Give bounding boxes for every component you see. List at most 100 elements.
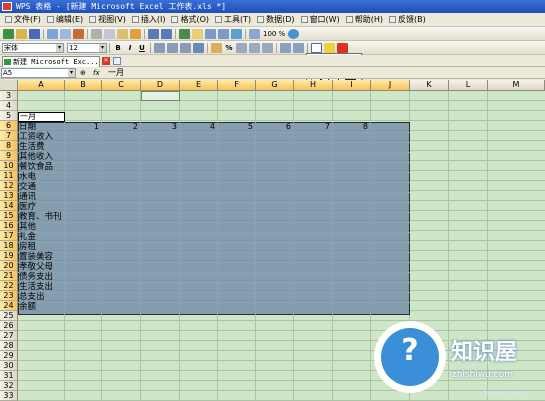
- chart-icon[interactable]: [231, 28, 242, 39]
- cell-a13[interactable]: 通讯: [19, 192, 36, 202]
- save-icon[interactable]: [29, 28, 40, 39]
- row-header-14[interactable]: 14: [0, 201, 18, 211]
- cell-a7[interactable]: 工资收入: [19, 132, 53, 142]
- cell-a16[interactable]: 其他: [19, 222, 36, 232]
- row-header-6[interactable]: 6: [0, 121, 18, 131]
- column-header-c[interactable]: C: [102, 80, 141, 91]
- active-cell-a5[interactable]: 一月: [18, 112, 65, 122]
- column-header-h[interactable]: H: [294, 80, 333, 91]
- menu-format[interactable]: 格式(O): [168, 13, 212, 27]
- row-header-26[interactable]: 26: [0, 321, 18, 331]
- row-header-30[interactable]: 30: [0, 361, 18, 371]
- cell-a17[interactable]: 礼金: [19, 232, 36, 242]
- row-header-29[interactable]: 29: [0, 351, 18, 361]
- cell-row6-number[interactable]: 2: [102, 122, 138, 132]
- redo-icon[interactable]: [161, 28, 172, 39]
- cell-a20[interactable]: 孝敬父母: [19, 262, 53, 272]
- decrease-decimal-icon[interactable]: [262, 42, 273, 53]
- cell-a15[interactable]: 教育、书刊: [19, 212, 62, 222]
- column-header-j[interactable]: J: [371, 80, 410, 91]
- cell-a19[interactable]: 置装美容: [19, 252, 53, 262]
- column-header-l[interactable]: L: [449, 80, 488, 91]
- sort-ascending-icon[interactable]: [205, 28, 216, 39]
- thousands-separator-icon[interactable]: [236, 42, 247, 53]
- row-header-8[interactable]: 8: [0, 141, 18, 151]
- hyperlink-icon[interactable]: [179, 28, 190, 39]
- percent-button[interactable]: %: [224, 43, 234, 53]
- drawing-icon[interactable]: [249, 28, 260, 39]
- cell-a6[interactable]: 日期: [19, 122, 36, 132]
- cell-d3[interactable]: [141, 91, 180, 101]
- cell-a11[interactable]: 水电: [19, 172, 36, 182]
- row-header-22[interactable]: 22: [0, 281, 18, 291]
- row-header-3[interactable]: 3: [0, 91, 18, 101]
- column-header-k[interactable]: K: [410, 80, 449, 91]
- row-header-4[interactable]: 4: [0, 101, 18, 111]
- sum-icon[interactable]: [192, 28, 203, 39]
- cell-a9[interactable]: 其他收入: [19, 152, 53, 162]
- sort-descending-icon[interactable]: [218, 28, 229, 39]
- menu-view[interactable]: 视图(V): [86, 13, 129, 27]
- row-header-10[interactable]: 10: [0, 161, 18, 171]
- row-header-28[interactable]: 28: [0, 341, 18, 351]
- underline-button[interactable]: U: [137, 43, 147, 53]
- row-header-31[interactable]: 31: [0, 371, 18, 381]
- font-size-select[interactable]: 12 ▾: [67, 42, 107, 53]
- column-header-f[interactable]: F: [218, 80, 256, 91]
- copy-icon[interactable]: [104, 28, 115, 39]
- column-header-d[interactable]: D: [141, 80, 180, 91]
- document-tab[interactable]: 新建 Microsoft Exc...: [2, 56, 100, 67]
- cell-row6-number[interactable]: 3: [141, 122, 177, 132]
- row-header-21[interactable]: 21: [0, 271, 18, 281]
- close-tab-icon[interactable]: ✕: [102, 57, 110, 65]
- new-document-icon[interactable]: [3, 28, 14, 39]
- cell-a18[interactable]: 房租: [19, 242, 36, 252]
- format-painter-icon[interactable]: [130, 28, 141, 39]
- font-color-icon[interactable]: [337, 42, 348, 53]
- row-header-25[interactable]: 25: [0, 311, 18, 321]
- cell-a14[interactable]: 医疗: [19, 202, 36, 212]
- menu-window[interactable]: 窗口(W): [298, 13, 343, 27]
- cell-row6-number[interactable]: 8: [333, 122, 368, 132]
- menu-help[interactable]: 帮助(H): [343, 13, 386, 27]
- cell-a8[interactable]: 生活费: [19, 142, 45, 152]
- fill-color-icon[interactable]: [324, 42, 335, 53]
- menu-feedback[interactable]: 反馈(B): [386, 13, 429, 27]
- select-all-corner[interactable]: [0, 80, 18, 91]
- selected-range[interactable]: [18, 122, 410, 315]
- increase-decimal-icon[interactable]: [249, 42, 260, 53]
- currency-icon[interactable]: [211, 42, 222, 53]
- row-header-17[interactable]: 17: [0, 231, 18, 241]
- align-left-icon[interactable]: [154, 42, 165, 53]
- row-header-16[interactable]: 16: [0, 221, 18, 231]
- row-header-13[interactable]: 13: [0, 191, 18, 201]
- cell-a10[interactable]: 餐饮食品: [19, 162, 53, 172]
- print-icon[interactable]: [47, 28, 58, 39]
- row-header-15[interactable]: 15: [0, 211, 18, 221]
- column-header-b[interactable]: B: [65, 80, 102, 91]
- row-header-24[interactable]: 24: [0, 301, 18, 311]
- undo-icon[interactable]: [148, 28, 159, 39]
- cell-a12[interactable]: 交通: [19, 182, 36, 192]
- pdf-export-icon[interactable]: [73, 28, 84, 39]
- cell-row6-number[interactable]: 5: [218, 122, 253, 132]
- open-folder-icon[interactable]: [16, 28, 27, 39]
- row-header-27[interactable]: 27: [0, 331, 18, 341]
- cut-icon[interactable]: [91, 28, 102, 39]
- row-header-32[interactable]: 32: [0, 381, 18, 391]
- cell-row6-number[interactable]: 7: [294, 122, 330, 132]
- paste-icon[interactable]: [117, 28, 128, 39]
- column-header-g[interactable]: G: [256, 80, 294, 91]
- column-header-e[interactable]: E: [180, 80, 218, 91]
- formula-input[interactable]: 一月: [108, 67, 124, 79]
- new-tab-icon[interactable]: [113, 57, 121, 65]
- row-header-7[interactable]: 7: [0, 131, 18, 141]
- cell-a21[interactable]: 债务支出: [19, 272, 53, 282]
- row-header-12[interactable]: 12: [0, 181, 18, 191]
- cell-a22[interactable]: 生活支出: [19, 282, 53, 292]
- row-header-20[interactable]: 20: [0, 261, 18, 271]
- font-name-select[interactable]: 宋体 ▾: [2, 42, 64, 53]
- search-function-icon[interactable]: ⊕: [80, 68, 86, 78]
- cell-a23[interactable]: 总支出: [19, 292, 45, 302]
- row-header-9[interactable]: 9: [0, 151, 18, 161]
